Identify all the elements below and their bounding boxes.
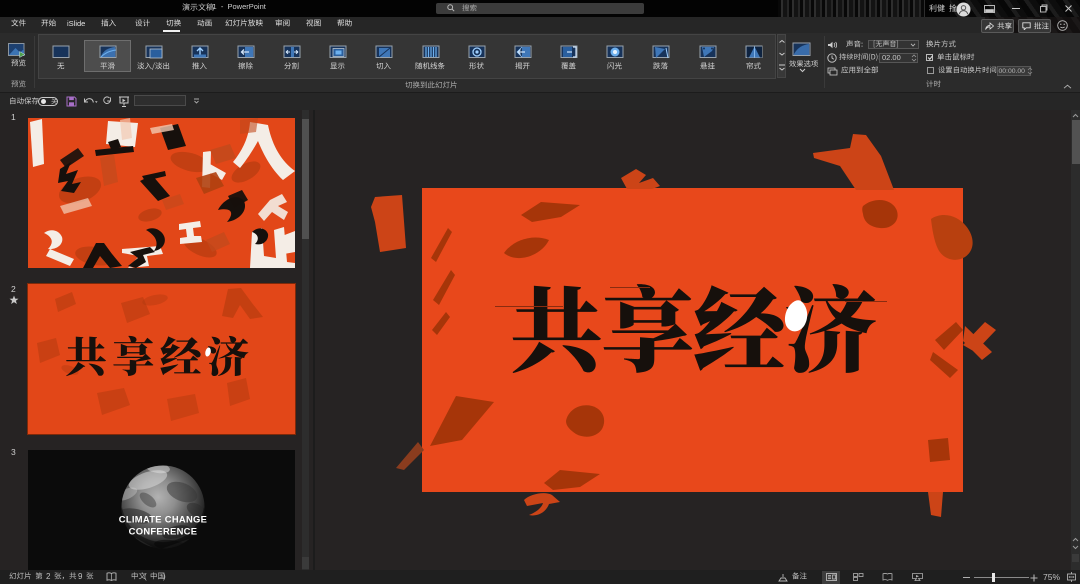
svg-text:CONFERENCE: CONFERENCE <box>129 526 198 537</box>
svg-text:CLIMATE CHANGE: CLIMATE CHANGE <box>119 514 207 525</box>
